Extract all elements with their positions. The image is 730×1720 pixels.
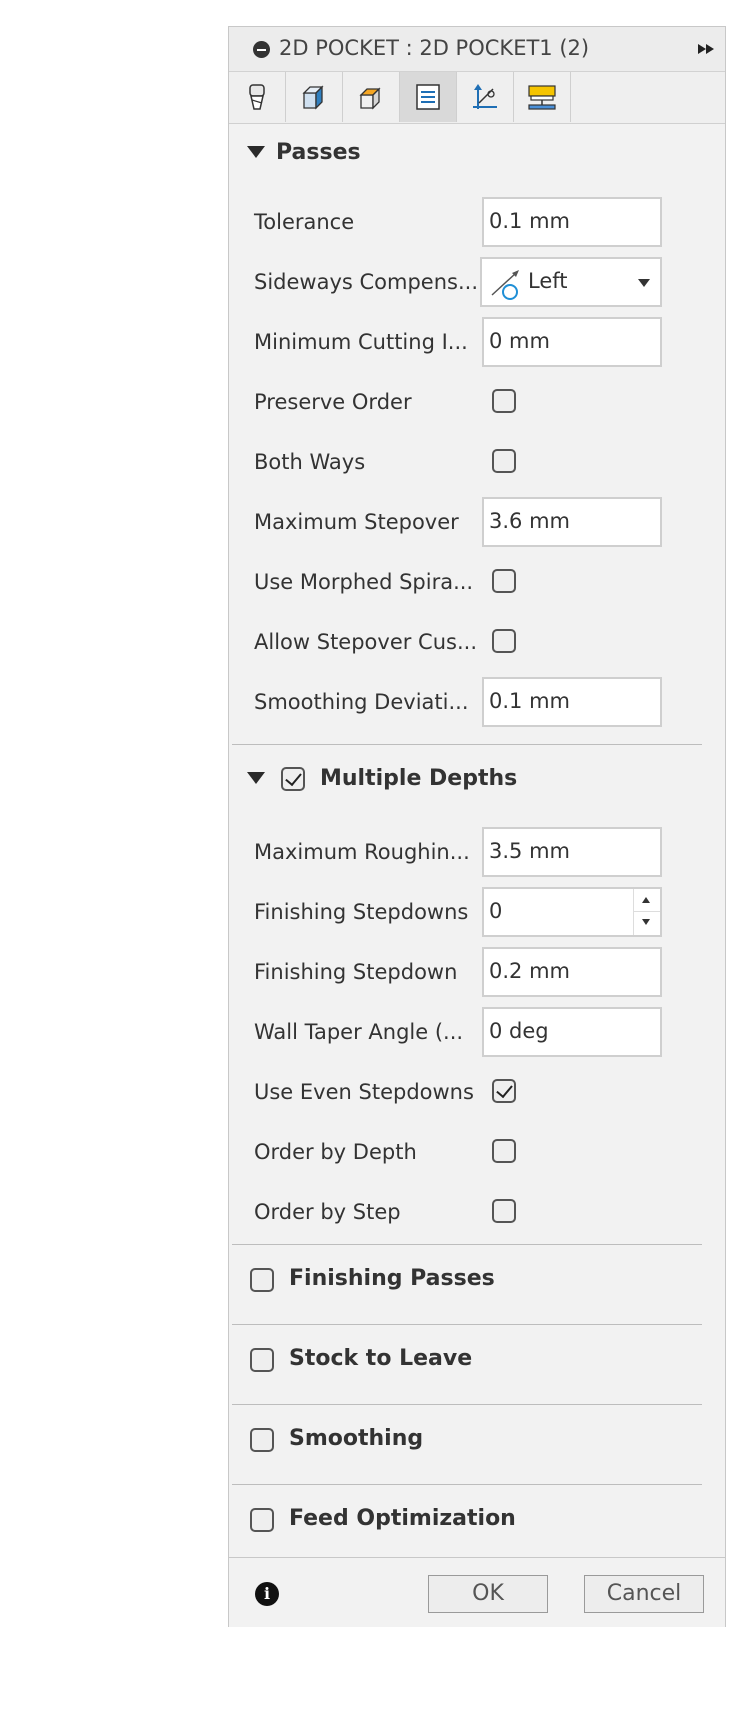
section-smoothing-header[interactable]: Smoothing — [229, 1405, 725, 1465]
minimum-cutting-label: Minimum Cutting I... — [254, 330, 468, 354]
even-stepdowns-checkbox[interactable] — [492, 1079, 516, 1103]
section-feed-optimization-header[interactable]: Feed Optimization — [229, 1485, 725, 1545]
tab-post-process[interactable] — [514, 72, 571, 122]
collapse-triangle-icon[interactable] — [247, 772, 265, 784]
smoothing-deviation-input[interactable]: 0.1 mm — [482, 677, 662, 727]
section-multiple-depths-label: Multiple Depths — [320, 766, 518, 791]
tolerance-input[interactable]: 0.1 mm — [482, 197, 662, 247]
tab-bar — [229, 72, 725, 124]
section-passes-label: Passes — [276, 140, 361, 165]
finishing-passes-checkbox[interactable] — [250, 1268, 274, 1292]
stock-to-leave-label: Stock to Leave — [289, 1346, 473, 1371]
cancel-button[interactable]: Cancel — [584, 1575, 704, 1613]
preserve-order-checkbox[interactable] — [492, 389, 516, 413]
both-ways-checkbox[interactable] — [492, 449, 516, 473]
dialog-title: 2D POCKET : 2D POCKET1 (2) — [279, 36, 590, 60]
dialog-titlebar: 2D POCKET : 2D POCKET1 (2) — [229, 27, 725, 72]
collapse-triangle-icon[interactable] — [247, 146, 265, 158]
wall-taper-label: Wall Taper Angle (... — [254, 1020, 464, 1044]
geometry-icon — [302, 85, 324, 110]
operation-dialog: 2D POCKET : 2D POCKET1 (2) Passes Tolera… — [228, 26, 726, 1627]
feed-optimization-label: Feed Optimization — [289, 1506, 516, 1531]
tab-passes[interactable] — [400, 72, 457, 122]
maximum-roughing-input[interactable]: 3.5 mm — [482, 827, 662, 877]
section-multiple-depths-header[interactable]: Multiple Depths — [229, 745, 725, 805]
section-passes-header[interactable]: Passes — [229, 123, 725, 183]
maximum-stepover-label: Maximum Stepover — [254, 510, 459, 534]
finishing-passes-label: Finishing Passes — [289, 1266, 495, 1291]
tab-tool[interactable] — [229, 72, 286, 122]
tolerance-label: Tolerance — [254, 210, 355, 234]
order-by-depth-label: Order by Depth — [254, 1140, 417, 1164]
finishing-stepdowns-label: Finishing Stepdowns — [254, 900, 469, 924]
finishing-stepdown-input[interactable]: 0.2 mm — [482, 947, 662, 997]
morphed-spiral-checkbox[interactable] — [492, 569, 516, 593]
sideways-compensation-label: Sideways Compens... — [254, 270, 478, 294]
spin-up-icon[interactable] — [642, 897, 650, 903]
post-process-icon — [528, 85, 556, 110]
collapse-icon[interactable] — [253, 41, 270, 58]
maximum-stepover-input[interactable]: 3.6 mm — [482, 497, 662, 547]
tab-geometry[interactable] — [286, 72, 343, 122]
minimum-cutting-input[interactable]: 0 mm — [482, 317, 662, 367]
spin-down-icon[interactable] — [642, 919, 650, 925]
maximum-roughing-label: Maximum Roughin... — [254, 840, 470, 864]
info-icon[interactable]: i — [255, 1582, 279, 1606]
preserve-order-label: Preserve Order — [254, 390, 412, 414]
smoothing-label: Smoothing — [289, 1426, 424, 1451]
ok-button[interactable]: OK — [428, 1575, 548, 1613]
order-by-step-checkbox[interactable] — [492, 1199, 516, 1223]
section-stock-to-leave-header[interactable]: Stock to Leave — [229, 1325, 725, 1385]
sideways-compensation-select[interactable]: Left — [480, 257, 662, 307]
heights-icon — [359, 87, 381, 110]
passes-icon — [416, 84, 440, 110]
wall-taper-input[interactable]: 0 deg — [482, 1007, 662, 1057]
dialog-footer: i OK Cancel — [229, 1557, 725, 1627]
stock-to-leave-checkbox[interactable] — [250, 1348, 274, 1372]
even-stepdowns-label: Use Even Stepdowns — [254, 1080, 474, 1104]
linking-icon — [473, 84, 497, 109]
tool-icon — [249, 84, 265, 110]
smoothing-deviation-label: Smoothing Deviati... — [254, 690, 469, 714]
section-finishing-passes-header[interactable]: Finishing Passes — [229, 1245, 725, 1305]
allow-stepover-label: Allow Stepover Cus... — [254, 630, 477, 654]
tab-heights[interactable] — [343, 72, 400, 122]
feed-optimization-checkbox[interactable] — [250, 1508, 274, 1532]
morphed-spiral-label: Use Morphed Spira... — [254, 570, 474, 594]
finishing-stepdowns-value: 0 — [489, 899, 503, 923]
both-ways-label: Both Ways — [254, 450, 366, 474]
finishing-stepdowns-stepper[interactable]: 0 — [482, 887, 662, 937]
tab-linking[interactable] — [457, 72, 514, 122]
order-by-step-label: Order by Step — [254, 1200, 401, 1224]
smoothing-checkbox[interactable] — [250, 1428, 274, 1452]
chevron-down-icon — [638, 279, 650, 287]
multiple-depths-checkbox[interactable] — [281, 767, 305, 791]
sideways-compensation-value: Left — [528, 269, 568, 293]
allow-stepover-checkbox[interactable] — [492, 629, 516, 653]
double-arrow-right-icon[interactable] — [695, 39, 719, 59]
stepper-control[interactable] — [633, 889, 660, 935]
order-by-depth-checkbox[interactable] — [492, 1139, 516, 1163]
finishing-stepdown-label: Finishing Stepdown — [254, 960, 458, 984]
left-compensation-icon — [488, 267, 524, 305]
